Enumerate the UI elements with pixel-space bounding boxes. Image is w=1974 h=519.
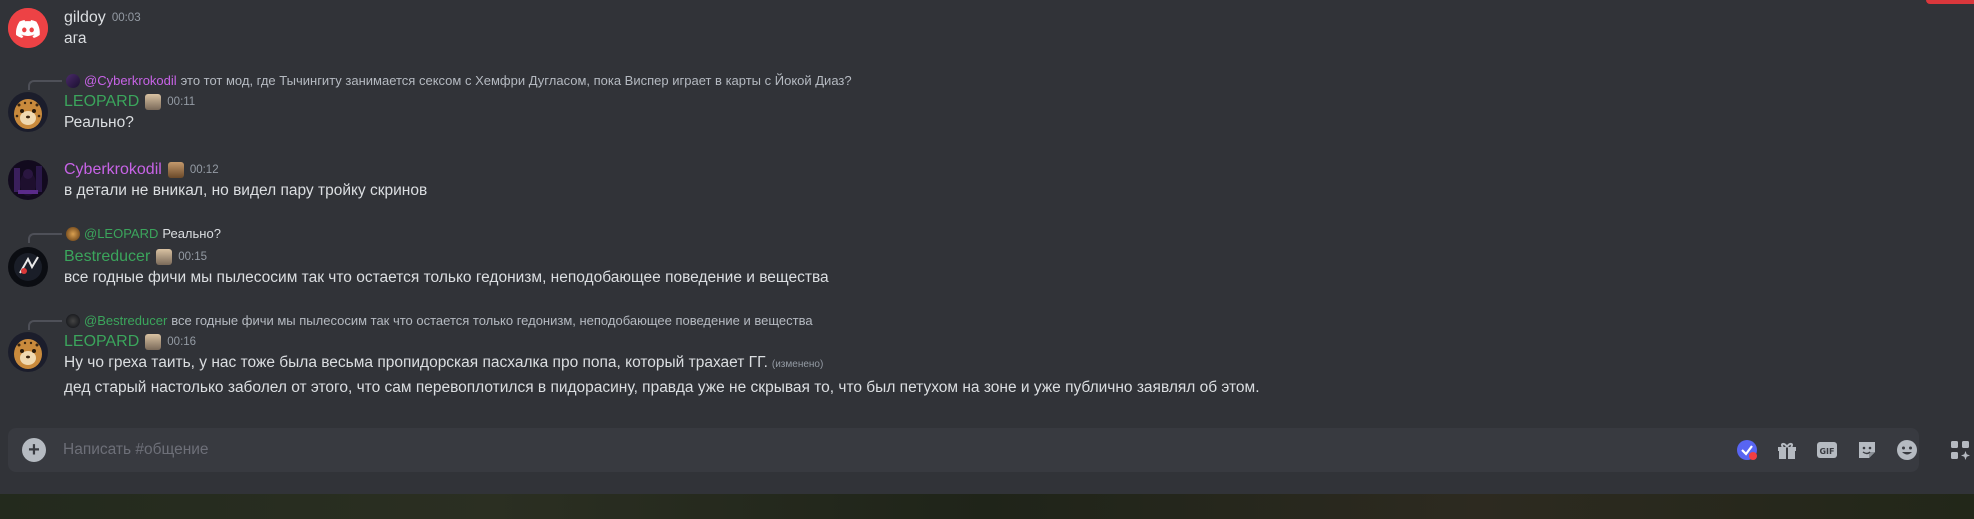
app-launcher-icon[interactable]	[1735, 438, 1759, 462]
avatar[interactable]	[8, 8, 48, 48]
reply-avatar	[66, 74, 80, 88]
message-text: ага	[64, 30, 87, 47]
username[interactable]: Cyberkrokodil	[64, 160, 162, 180]
reply-mention[interactable]: @LEOPARD	[84, 225, 158, 243]
timestamp[interactable]: 00:12	[190, 160, 219, 180]
message-text: в детали не вникал, но видел пару тройку…	[64, 182, 428, 199]
cyberkrokodil-avatar-icon	[8, 160, 48, 200]
message-composer: + Написать #общение GIF	[8, 428, 1919, 472]
message: @LEOPARD Реально? Bestreducer 00:15 все …	[0, 225, 1960, 295]
message: Cyberkrokodil 00:12 в детали не вникал, …	[0, 160, 1960, 210]
message-text: все годные фичи мы пылесосим так что ост…	[64, 269, 829, 286]
reply-preview[interactable]: @Cyberkrokodil это тот мод, где Тычингит…	[28, 72, 852, 90]
gift-icon[interactable]	[1775, 438, 1799, 462]
role-icon[interactable]	[145, 334, 162, 350]
bestreducer-avatar-icon	[8, 247, 48, 287]
message-input[interactable]: Написать #общение	[63, 440, 209, 460]
timestamp[interactable]: 00:03	[112, 8, 141, 28]
username[interactable]: gildoy	[64, 8, 106, 28]
message-text-line-2: дед старый настолько заболел от этого, ч…	[64, 379, 1260, 396]
reply-avatar	[66, 227, 80, 241]
message: @Cyberkrokodil это тот мод, где Тычингит…	[0, 72, 1960, 142]
discord-logo-icon	[8, 8, 48, 48]
reply-preview[interactable]: @LEOPARD Реально?	[28, 225, 221, 243]
avatar[interactable]	[8, 332, 48, 372]
leopard-avatar-icon	[8, 92, 48, 132]
message-text-line: Ну чо греха таить, у нас тоже была весьм…	[64, 354, 768, 371]
username[interactable]: LEOPARD	[64, 332, 139, 352]
message-list: gildoy 00:03 ага @Cyberkrokodil это тот …	[0, 0, 1974, 420]
role-icon[interactable]	[145, 94, 162, 110]
message-header: LEOPARD 00:11	[64, 92, 195, 112]
timestamp[interactable]: 00:16	[167, 332, 196, 352]
plus-icon[interactable]: +	[22, 438, 46, 462]
username[interactable]: LEOPARD	[64, 92, 139, 112]
svg-text:GIF: GIF	[1819, 447, 1834, 456]
leopard-avatar-icon	[8, 332, 48, 372]
reply-text: все годные фичи мы пылесосим так что ост…	[171, 313, 813, 328]
message: @Bestreducer все годные фичи мы пылесоси…	[0, 312, 1960, 412]
emoji-icon[interactable]	[1895, 438, 1919, 462]
avatar[interactable]	[8, 92, 48, 132]
message: gildoy 00:03 ага	[0, 0, 1960, 60]
reply-preview[interactable]: @Bestreducer все годные фичи мы пылесоси…	[28, 312, 813, 330]
username[interactable]: Bestreducer	[64, 247, 150, 267]
reply-body: @Cyberkrokodil это тот мод, где Тычингит…	[66, 72, 852, 90]
message-text: Ну чо греха таить, у нас тоже была весьм…	[64, 352, 823, 376]
reply-text: Реально?	[162, 226, 221, 241]
message-header: gildoy 00:03	[64, 8, 141, 28]
reply-mention[interactable]: @Bestreducer	[84, 312, 167, 330]
message-header: LEOPARD 00:16	[64, 332, 196, 352]
reply-spine	[28, 80, 62, 90]
timestamp[interactable]: 00:11	[167, 92, 195, 112]
reply-spine	[28, 320, 62, 330]
timestamp[interactable]: 00:15	[178, 247, 207, 267]
reply-body: @LEOPARD Реально?	[66, 225, 221, 243]
reply-text: это тот мод, где Тычингиту занимается се…	[180, 73, 852, 88]
edited-label: (изменено)	[771, 359, 824, 370]
chat-window: gildoy 00:03 ага @Cyberkrokodil это тот …	[0, 0, 1974, 519]
message-text: Реально?	[64, 114, 134, 131]
reply-avatar	[66, 314, 80, 328]
message-header: Bestreducer 00:15	[64, 247, 207, 267]
avatar[interactable]	[8, 160, 48, 200]
message-header: Cyberkrokodil 00:12	[64, 160, 219, 180]
gif-icon[interactable]: GIF	[1815, 438, 1839, 462]
reply-body: @Bestreducer все годные фичи мы пылесоси…	[66, 312, 813, 330]
apps-icon[interactable]	[1948, 438, 1972, 462]
role-icon[interactable]	[156, 249, 173, 265]
background-strip	[0, 494, 1974, 519]
role-icon[interactable]	[167, 162, 184, 178]
reply-mention[interactable]: @Cyberkrokodil	[84, 72, 177, 90]
avatar[interactable]	[8, 247, 48, 287]
sticker-icon[interactable]	[1855, 438, 1879, 462]
reply-spine	[28, 233, 62, 243]
